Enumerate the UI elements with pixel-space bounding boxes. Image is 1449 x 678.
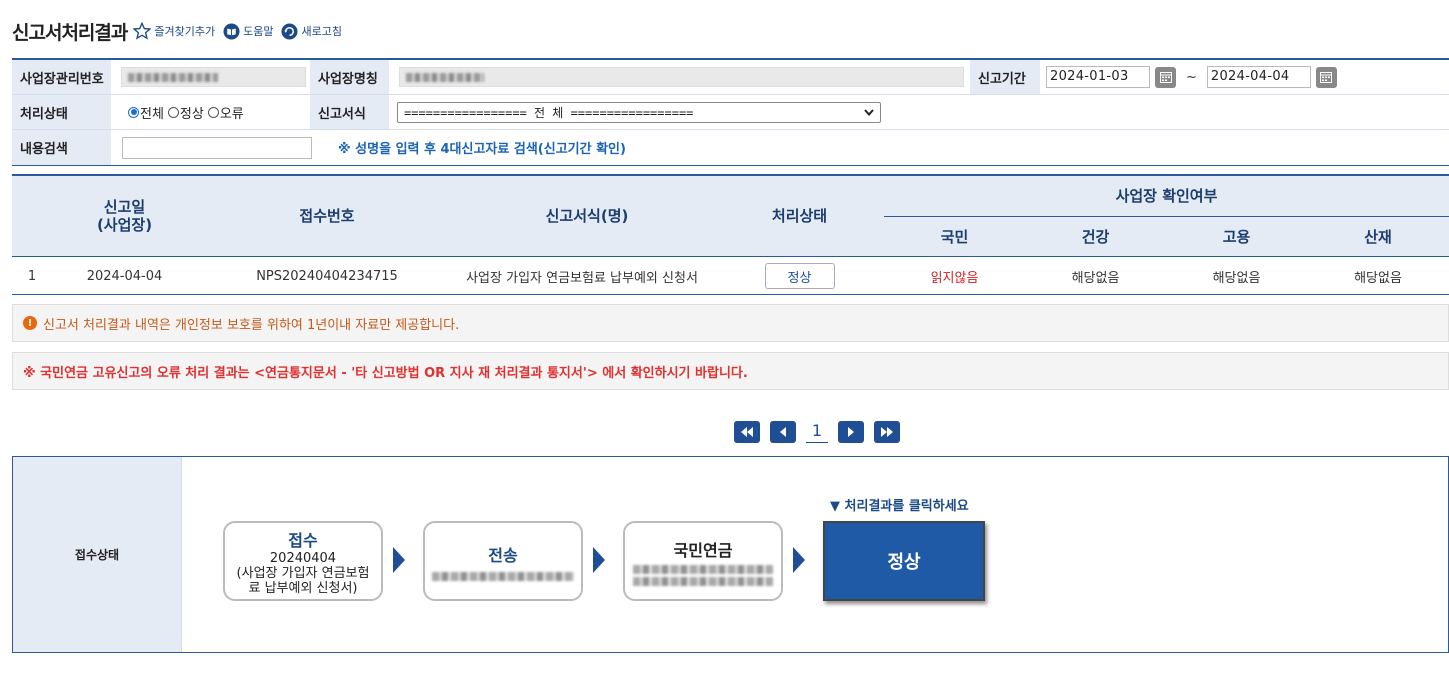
date-separator: ~ [1186,69,1197,85]
step-receipt-title: 접수 [288,530,318,550]
radio-checked-icon [128,106,139,118]
step-receipt-form-line1: (사업장 가입자 연금보험 [236,565,370,581]
result-normal-button[interactable]: 정상 [823,521,985,601]
biz-name-label: 사업장명칭 [310,60,389,94]
step-pension-title: 국민연금 [673,540,733,560]
step-pension: 국민연금 [623,521,783,601]
col-form: 신고서식(명) [545,207,629,225]
biz-mgmt-no-field [121,67,306,87]
receipt-status-panel: 접수상태 접수 20240404 (사업장 가입자 연금보험 료 납부예외 신청… [12,456,1449,653]
row-date: 2024-04-04 [86,268,163,284]
refresh-icon [281,22,299,40]
biz-mgmt-no-label: 사업장관리번호 [12,60,111,94]
favorite-button[interactable]: 즐겨찾기추가 [133,22,215,40]
double-chevron-right-icon [881,426,893,437]
refresh-button[interactable]: 새로고침 [281,22,342,40]
book-icon [223,22,240,40]
col-national: 국민 [940,227,969,246]
form-select-value: ================= 전 체 ================= [404,105,694,120]
row-form: 사업장 가입자 연금보험료 납부예외 신청서 [466,270,698,286]
date-from-input[interactable]: 2024-01-03 [1046,66,1150,88]
radio-unchecked-icon [207,106,219,118]
col-date: 신고일 (사업장) [96,198,153,234]
prev-page-button[interactable] [770,420,796,443]
form-label: 신고서식 [310,95,389,129]
row-status-button[interactable]: 정상 [764,263,835,289]
content-search-input[interactable] [122,136,312,159]
result-table: 신고일 (사업장) 접수번호 신고서식(명) 처리상태 사업장 확인여부 국민 … [12,174,1449,295]
arrow-right-icon [793,547,805,573]
col-employ: 고용 [1222,227,1251,246]
help-label: 도움말 [243,25,274,38]
privacy-notice: ! 신고서 처리결과 내역은 개인정보 보호를 위하여 1년이내 자료만 제공합… [12,304,1449,342]
arrow-right-icon [393,547,405,573]
row-number: 1 [27,268,37,284]
step-pension-detail-2 [633,576,773,586]
status-radio-all[interactable]: 전체 [128,103,164,122]
row-employ-status: 해당없음 [1212,270,1261,286]
col-status: 처리상태 [771,207,828,225]
form-select[interactable]: ================= 전 체 ================= [397,101,881,123]
search-hint: ※ 성명을 입력 후 4대신고자료 검색(신고기간 확인) [338,142,626,157]
table-header: 신고일 (사업장) 접수번호 신고서식(명) 처리상태 사업장 확인여부 국민 … [12,176,1449,256]
click-hint: ▼ 처리결과를 클릭하세요 [830,499,969,514]
step-receipt-form-line2: 료 납부예외 신청서) [248,580,358,596]
chevron-left-icon [780,426,786,437]
warning-icon: ! [23,316,37,330]
status-radio-normal[interactable]: 정상 [167,103,204,122]
calendar-from-button[interactable] [1155,66,1176,88]
col-receipt-no: 접수번호 [299,207,355,225]
search-row-3: 내용검색 ※ 성명을 입력 후 4대신고자료 검색(신고기간 확인) [12,130,1449,165]
status-label: 처리상태 [12,95,111,129]
radio-unchecked-icon [167,106,179,118]
biz-name-field [399,67,964,87]
next-page-button[interactable] [838,420,864,443]
search-row-2: 처리상태 전체 정상 오류 신고서식 ================= 전 체… [12,95,1449,130]
search-form: 사업장관리번호 사업장명칭 신고기간 2024-01-03 ~ 2024-04-… [12,58,1449,166]
arrow-right-icon [593,547,605,573]
current-page[interactable]: 1 [806,420,828,443]
chevron-right-icon [848,426,854,437]
col-confirm-group: 사업장 확인여부 [1115,187,1218,205]
content-search-label: 내용검색 [12,130,111,165]
double-chevron-left-icon [741,426,753,437]
page-title: 신고서처리결과 [12,21,128,44]
step-pension-detail-1 [633,564,773,574]
chevron-down-icon [864,108,874,116]
calendar-icon [1320,72,1333,83]
period-label: 신고기간 [970,60,1040,94]
calendar-icon [1159,72,1172,83]
row-health-status: 해당없음 [1071,270,1120,286]
pagination: 1 [734,420,900,443]
row-national-status: 읽지않음 [930,270,979,286]
favorite-label: 즐겨찾기추가 [154,25,216,38]
title-bar: 신고서처리결과 즐겨찾기추가 도움말 새로고침 [12,16,350,46]
star-icon [133,22,152,40]
step-receipt-date: 20240404 [269,550,337,566]
status-radio-error[interactable]: 오류 [207,103,244,122]
first-page-button[interactable] [734,420,760,443]
table-row: 1 2024-04-04 NPS20240404234715 사업장 가입자 연… [12,256,1449,294]
row-receipt-no: NPS20240404234715 [256,268,398,284]
error-notice-text: ※ 국민연금 고유신고의 오류 처리 결과는 <연금통지문서 - '타 신고방법… [23,365,748,381]
help-button[interactable]: 도움말 [223,22,274,40]
search-row-1: 사업장관리번호 사업장명칭 신고기간 2024-01-03 ~ 2024-04-… [12,60,1449,95]
col-industrial: 산재 [1364,227,1392,246]
refresh-label: 새로고침 [301,25,342,38]
row-industrial-status: 해당없음 [1354,270,1402,286]
step-transmit: 전송 [423,521,583,601]
step-transmit-detail [432,571,574,581]
last-page-button[interactable] [874,420,900,443]
status-radio-group: 전체 정상 오류 [111,95,310,129]
error-notice: ※ 국민연금 고유신고의 오류 처리 결과는 <연금통지문서 - '타 신고방법… [12,352,1449,390]
col-health: 건강 [1081,227,1110,246]
step-transmit-title: 전송 [488,545,518,565]
privacy-notice-text: 신고서 처리결과 내역은 개인정보 보호를 위하여 1년이내 자료만 제공합니다… [43,317,460,333]
date-to-input[interactable]: 2024-04-04 [1206,66,1311,88]
calendar-to-button[interactable] [1315,66,1337,88]
step-receipt: 접수 20240404 (사업장 가입자 연금보험 료 납부예외 신청서) [223,521,383,601]
receipt-status-label: 접수상태 [13,457,182,652]
